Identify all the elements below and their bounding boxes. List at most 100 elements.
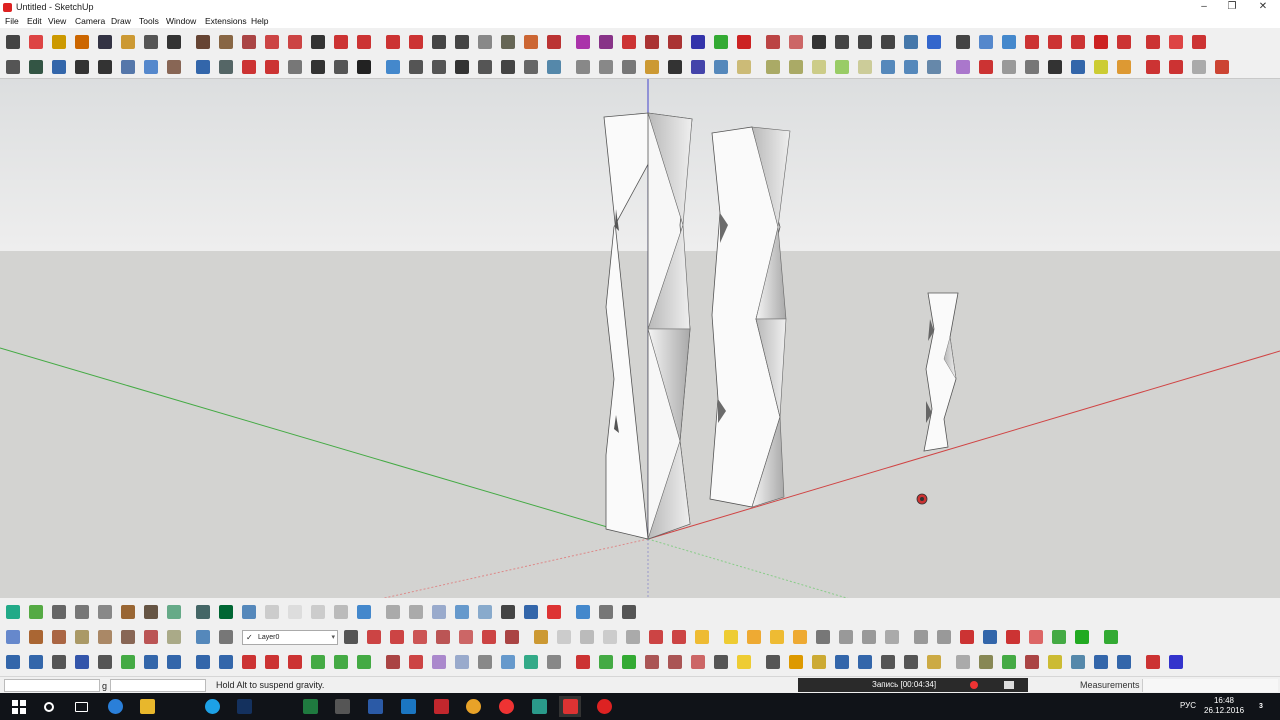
second-tool-button[interactable] (3, 57, 23, 77)
top-tool-button[interactable] (642, 32, 662, 52)
draw-tool-button[interactable] (976, 652, 996, 672)
second-tool-button[interactable] (521, 57, 541, 77)
top-tool-button[interactable] (901, 32, 921, 52)
style-tool-button[interactable] (3, 602, 23, 622)
style-tool-button[interactable] (383, 602, 403, 622)
camera-icon[interactable] (1004, 681, 1014, 689)
second-tool-button[interactable] (331, 57, 351, 77)
second-tool-button[interactable] (1091, 57, 1111, 77)
second-tool-button[interactable] (878, 57, 898, 77)
draw-tool-button[interactable] (1114, 652, 1134, 672)
second-tool-button[interactable] (475, 57, 495, 77)
style-tool-button[interactable] (573, 602, 593, 622)
file-explorer-icon[interactable] (136, 696, 158, 717)
style-tool-button[interactable] (95, 602, 115, 622)
screen-recorder-panel[interactable]: Запись [00:04:34] (798, 678, 1028, 692)
top-tool-button[interactable] (354, 32, 374, 52)
draw-tool-button[interactable] (544, 652, 564, 672)
draw-tool-button[interactable] (164, 652, 184, 672)
twisted-column-large[interactable] (603, 112, 693, 540)
extension-tool-button[interactable] (790, 627, 810, 647)
draw-tool-button[interactable] (953, 652, 973, 672)
draw-tool-button[interactable] (901, 652, 921, 672)
draw-tool-button[interactable] (118, 652, 138, 672)
layer-tool-button[interactable] (193, 627, 213, 647)
extension-tool-button[interactable] (502, 627, 522, 647)
draw-tool-button[interactable] (999, 652, 1019, 672)
acrobat-icon[interactable] (430, 696, 452, 717)
minimize-button[interactable]: – (1190, 0, 1218, 15)
top-tool-button[interactable] (1166, 32, 1186, 52)
second-tool-button[interactable] (901, 57, 921, 77)
second-tool-button[interactable] (1068, 57, 1088, 77)
second-tool-button[interactable] (786, 57, 806, 77)
draw-tool-button[interactable] (1166, 652, 1186, 672)
style-tool-button[interactable] (49, 602, 69, 622)
second-tool-button[interactable] (164, 57, 184, 77)
second-tool-button[interactable] (573, 57, 593, 77)
top-tool-button[interactable] (786, 32, 806, 52)
draw-tool-button[interactable] (429, 652, 449, 672)
second-tool-button[interactable] (596, 57, 616, 77)
second-tool-button[interactable] (924, 57, 944, 77)
style-tool-button[interactable] (452, 602, 472, 622)
style-tool-button[interactable] (262, 602, 282, 622)
second-tool-button[interactable] (665, 57, 685, 77)
layer-tool-button[interactable] (95, 627, 115, 647)
top-tool-button[interactable] (95, 32, 115, 52)
extension-tool-button[interactable] (623, 627, 643, 647)
second-tool-button[interactable] (239, 57, 259, 77)
extension-tool-button[interactable] (980, 627, 1000, 647)
top-tool-button[interactable] (1022, 32, 1042, 52)
extension-tool-button[interactable] (744, 627, 764, 647)
second-tool-button[interactable] (1114, 57, 1134, 77)
top-tool-button[interactable] (498, 32, 518, 52)
top-tool-button[interactable] (544, 32, 564, 52)
extension-tool-button[interactable] (387, 627, 407, 647)
second-tool-button[interactable] (763, 57, 783, 77)
draw-tool-button[interactable] (832, 652, 852, 672)
top-tool-button[interactable] (26, 32, 46, 52)
second-tool-button[interactable] (1022, 57, 1042, 77)
draw-tool-button[interactable] (809, 652, 829, 672)
extension-tool-button[interactable] (767, 627, 787, 647)
excel-icon[interactable] (299, 696, 321, 717)
record-icon[interactable] (970, 681, 978, 689)
style-tool-button[interactable] (118, 602, 138, 622)
top-tool-button[interactable] (688, 32, 708, 52)
draw-tool-button[interactable] (141, 652, 161, 672)
calculator-icon[interactable] (331, 696, 353, 717)
draw-tool-button[interactable] (475, 652, 495, 672)
draw-tool-button[interactable] (452, 652, 472, 672)
style-tool-button[interactable] (331, 602, 351, 622)
menu-view[interactable]: View (48, 16, 66, 26)
layer-tool-button[interactable] (216, 627, 236, 647)
style-tool-button[interactable] (544, 602, 564, 622)
draw-tool-button[interactable] (262, 652, 282, 672)
top-tool-button[interactable] (1091, 32, 1111, 52)
top-tool-button[interactable] (239, 32, 259, 52)
draw-tool-button[interactable] (383, 652, 403, 672)
top-tool-button[interactable] (262, 32, 282, 52)
style-tool-button[interactable] (26, 602, 46, 622)
start-button[interactable] (8, 696, 30, 717)
top-tool-button[interactable] (734, 32, 754, 52)
top-tool-button[interactable] (878, 32, 898, 52)
second-tool-button[interactable] (1045, 57, 1065, 77)
draw-tool-button[interactable] (521, 652, 541, 672)
extension-tool-button[interactable] (934, 627, 954, 647)
style-tool-button[interactable] (216, 602, 236, 622)
extension-tool-button[interactable] (836, 627, 856, 647)
style-tool-button[interactable] (72, 602, 92, 622)
draw-tool-button[interactable] (573, 652, 593, 672)
style-tool-button[interactable] (521, 602, 541, 622)
extension-tool-button[interactable] (364, 627, 384, 647)
word-icon[interactable] (364, 696, 386, 717)
second-tool-button[interactable] (354, 57, 374, 77)
second-tool-button[interactable] (734, 57, 754, 77)
layer-select[interactable]: ✓ Layer0 ▾ (242, 629, 338, 645)
second-tool-button[interactable] (999, 57, 1019, 77)
style-tool-button[interactable] (475, 602, 495, 622)
second-tool-button[interactable] (49, 57, 69, 77)
scene-canvas[interactable] (0, 79, 1280, 598)
